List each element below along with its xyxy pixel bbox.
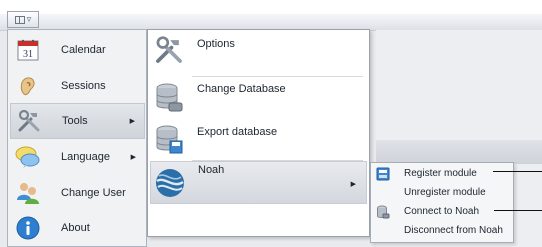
submenu-arrow-icon: ▶ (350, 181, 356, 188)
menu-item-connect-to-noah-label: Connect to Noah (404, 206, 480, 217)
menu-item-change-database[interactable]: Change Database (150, 76, 367, 116)
tools-submenu: Options Change Database Export database (147, 29, 370, 237)
title-area (0, 0, 542, 14)
sessions-ear-icon (15, 73, 41, 99)
menu-item-change-user[interactable]: Change User (10, 175, 145, 211)
menu-item-about[interactable]: About (10, 210, 145, 246)
change-user-icon (15, 180, 41, 206)
menu-item-unregister-module-label: Unregister module (404, 187, 486, 198)
menu-item-change-user-label: Change User (61, 187, 126, 199)
register-module-icon (376, 167, 390, 181)
database-export-icon (153, 123, 185, 155)
application-menu-button[interactable]: ▿ (7, 11, 39, 28)
menu-item-language-label: Language (61, 151, 110, 163)
application-menu-icon (14, 15, 25, 24)
tools-icon (153, 34, 185, 66)
menu-item-unregister-module[interactable]: Unregister module (373, 183, 511, 202)
callout-line (493, 171, 542, 172)
menu-item-calendar[interactable]: 31 Calendar (10, 32, 145, 68)
menu-item-disconnect-from-noah-label: Disconnect from Noah (404, 225, 503, 236)
menu-item-noah[interactable]: Noah ▶ (150, 161, 367, 204)
workspace-band (376, 140, 542, 164)
menu-item-tools[interactable]: Tools ▶ (10, 103, 145, 139)
menu-item-export-database-label: Export database (197, 126, 278, 138)
speech-bubble-icon (15, 144, 41, 170)
submenu-arrow-icon: ▶ (129, 118, 135, 125)
menu-item-language[interactable]: Language ▶ (10, 139, 145, 175)
menu-item-calendar-label: Calendar (61, 44, 106, 56)
application-menu: 31 Calendar Sessions Tools ▶ Language ▶ … (7, 29, 147, 247)
menu-item-options[interactable]: Options (150, 32, 367, 72)
menu-item-about-label: About (61, 222, 90, 234)
info-icon (15, 215, 41, 241)
menu-item-change-database-label: Change Database (197, 83, 286, 95)
menu-item-export-database[interactable]: Export database (150, 118, 367, 160)
menu-item-register-module[interactable]: Register module (373, 164, 511, 183)
menu-item-disconnect-from-noah[interactable]: Disconnect from Noah (373, 221, 511, 240)
submenu-arrow-icon: ▶ (130, 154, 136, 161)
connect-database-icon (376, 205, 390, 219)
tools-icon (16, 108, 42, 134)
chevron-down-icon: ▿ (26, 14, 32, 24)
menu-item-options-label: Options (197, 38, 235, 50)
noah-globe-icon (154, 167, 186, 199)
menu-item-sessions-label: Sessions (61, 80, 106, 92)
noah-submenu: Register module Unregister module Connec… (370, 162, 514, 243)
menu-item-register-module-label: Register module (404, 168, 477, 179)
menu-item-sessions[interactable]: Sessions (10, 68, 145, 104)
menu-item-noah-label: Noah (198, 164, 225, 176)
menu-item-connect-to-noah[interactable]: Connect to Noah (373, 202, 511, 221)
calendar-number: 31 (23, 49, 33, 60)
calendar-icon: 31 (15, 37, 41, 63)
callout-line (494, 210, 542, 211)
menu-item-tools-label: Tools (62, 115, 88, 127)
database-icon (153, 81, 185, 113)
